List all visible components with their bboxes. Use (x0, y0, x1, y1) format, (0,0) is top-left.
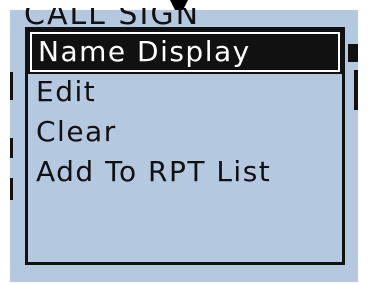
quick-menu-popup: Name Display Edit Clear Add To RPT List (25, 27, 345, 265)
lcd-display: CALL SIGN Name Display Edit Clear Add To… (10, 8, 358, 282)
menu-item-clear[interactable]: Clear (30, 112, 340, 152)
radio-screen-frame: CALL SIGN Name Display Edit Clear Add To… (0, 0, 369, 284)
background-left-tick (10, 178, 13, 200)
background-highlight-fragment (348, 44, 358, 62)
menu-item-name-display[interactable]: Name Display (28, 30, 342, 74)
background-border-fragment (354, 70, 358, 110)
background-left-tick (10, 138, 13, 158)
background-left-tick (10, 72, 13, 100)
menu-item-add-to-rpt-list[interactable]: Add To RPT List (30, 152, 340, 192)
menu-item-edit[interactable]: Edit (30, 72, 340, 112)
